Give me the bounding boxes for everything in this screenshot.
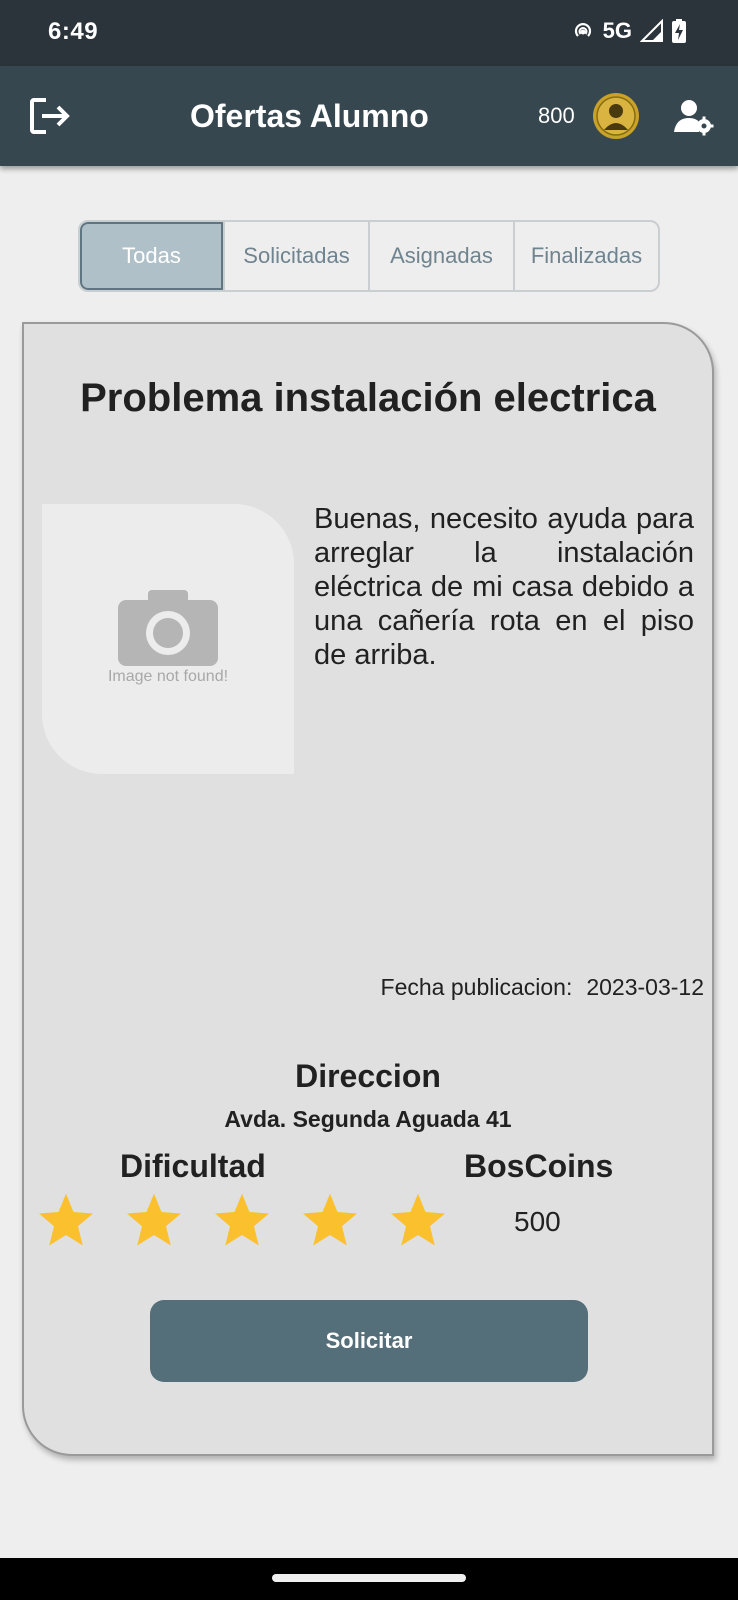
app-bar: Ofertas Alumno 800 [0, 66, 738, 166]
address-label: Direccion [295, 1058, 441, 1094]
coin-icon [593, 93, 639, 139]
star-icon [127, 1193, 181, 1246]
hotspot-icon [574, 23, 591, 37]
offer-image: Image not found! [42, 504, 294, 774]
status-icons: 5G [571, 18, 686, 44]
star-icon [391, 1193, 445, 1246]
status-time: 6:49 [48, 18, 99, 45]
boscoins-value: 500 [514, 1206, 561, 1237]
difficulty-label: Dificultad [120, 1148, 266, 1184]
address-value: Avda. Segunda Aguada 41 [224, 1106, 512, 1132]
request-button[interactable]: Solicitar [150, 1300, 588, 1382]
star-icon [39, 1193, 93, 1246]
signal-icon [640, 19, 663, 42]
coin-balance: 800 [538, 103, 575, 128]
logout-icon[interactable] [28, 96, 72, 136]
tab-todas[interactable]: Todas [80, 222, 223, 290]
system-nav-bar [0, 1558, 738, 1600]
star-icon [215, 1193, 269, 1246]
difficulty-rating [36, 1190, 448, 1250]
tab-asignadas[interactable]: Asignadas [368, 222, 513, 290]
camera-icon [118, 590, 218, 666]
date-label: Fecha publicacion: [380, 974, 573, 1000]
date-value: 2023-03-12 [586, 974, 704, 1000]
status-bar: 6:49 5G [0, 0, 738, 66]
star-icon [303, 1193, 357, 1246]
boscoins-label: BosCoins [464, 1148, 614, 1184]
offer-description: Buenas, necesito ayuda para arreglar la … [314, 503, 694, 671]
offer-card: Problema instalación electrica Image not… [22, 322, 714, 1456]
page-title: Ofertas Alumno [190, 98, 429, 134]
tab-solicitadas[interactable]: Solicitadas [223, 222, 368, 290]
home-indicator[interactable] [272, 1574, 466, 1582]
image-error-text: Image not found! [107, 668, 229, 685]
offer-filter-tabs: Todas Solicitadas Asignadas Finalizadas [78, 220, 660, 292]
publication-date: Fecha publicacion: 2023-03-12 [381, 974, 704, 1001]
offer-title: Problema instalación electrica [80, 376, 656, 420]
battery-icon [672, 19, 686, 43]
tab-finalizadas[interactable]: Finalizadas [513, 222, 658, 290]
network-label: 5G [602, 18, 632, 43]
user-settings-icon[interactable] [674, 98, 714, 136]
